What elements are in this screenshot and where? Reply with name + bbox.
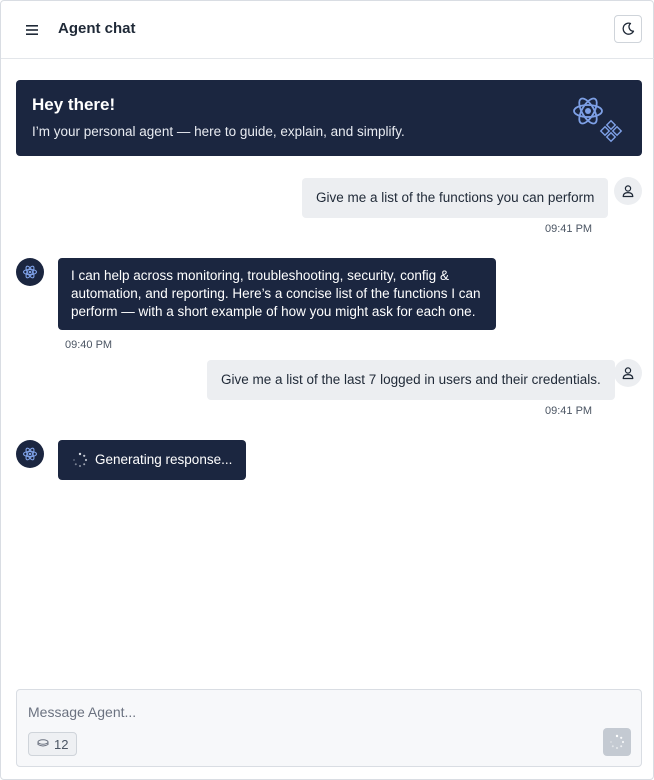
atom-icon — [22, 265, 38, 279]
app-header: Agent chat — [1, 1, 654, 59]
atom-icon — [22, 447, 38, 461]
user-avatar — [614, 177, 642, 205]
message-timestamp: 09:41 PM — [545, 223, 593, 235]
coins-icon — [37, 739, 49, 747]
moon-icon — [622, 22, 635, 35]
atom-agent-logo — [573, 97, 623, 143]
theme-toggle-button[interactable] — [614, 15, 642, 43]
hamburger-menu-icon — [26, 25, 38, 35]
app-window: Agent chat Hey there! I’m your personal … — [0, 0, 654, 780]
menu-button[interactable] — [23, 20, 41, 40]
message-timestamp: 09:41 PM — [545, 405, 593, 417]
banner-title: Hey there! — [32, 95, 116, 114]
agent-avatar — [16, 258, 44, 286]
message-timestamp: 09:40 PM — [65, 339, 113, 351]
loading-spinner-icon — [610, 734, 625, 749]
message-input[interactable] — [28, 702, 588, 722]
user-icon — [622, 185, 634, 198]
agent-message: I can help across monitoring, troublesho… — [58, 258, 496, 330]
send-button[interactable] — [603, 728, 631, 756]
user-message: Give me a list of the last 7 logged in u… — [207, 360, 615, 400]
user-avatar — [614, 359, 642, 387]
welcome-banner: Hey there! I’m your personal agent — her… — [16, 80, 642, 156]
token-count: 12 — [54, 736, 69, 752]
agent-avatar — [16, 440, 44, 468]
token-count-chip[interactable]: 12 — [28, 732, 78, 756]
loading-spinner-icon — [73, 452, 88, 467]
banner-subtitle: I’m your personal agent — here to guide,… — [32, 124, 405, 139]
page-title: Agent chat — [58, 20, 136, 37]
user-icon — [622, 367, 634, 380]
agent-generating-message: Generating response... — [58, 440, 247, 480]
generating-status-text: Generating response... — [95, 452, 233, 467]
user-message: Give me a list of the functions you can … — [302, 178, 609, 218]
message-composer: 12 — [16, 689, 642, 767]
